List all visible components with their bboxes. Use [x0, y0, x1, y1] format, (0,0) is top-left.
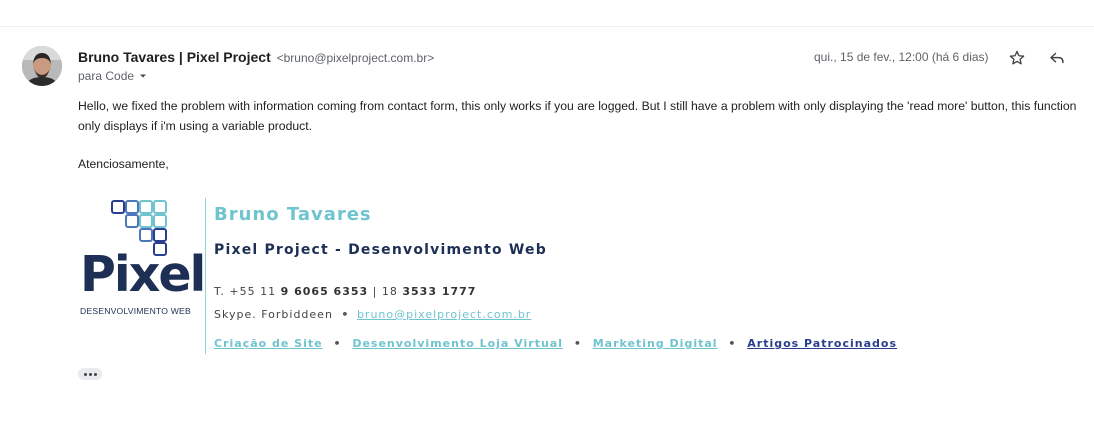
bullet: •: [573, 337, 582, 350]
link-criacao-de-site[interactable]: Criação de Site: [214, 337, 323, 350]
pixel-logo: Pixel DESENVOLVIMENTO WEB: [80, 198, 206, 323]
top-divider: [0, 0, 1094, 27]
signature-company: Pixel Project - Desenvolvimento Web: [214, 242, 547, 258]
sender-email: <bruno@pixelproject.com.br>: [276, 51, 435, 65]
star-icon: [1009, 50, 1025, 65]
link-desenvolvimento-loja-virtual[interactable]: Desenvolvimento Loja Virtual: [352, 337, 563, 350]
signature-links: Criação de Site • Desenvolvimento Loja V…: [214, 337, 897, 350]
star-button[interactable]: [1005, 46, 1029, 70]
signature-divider: [205, 198, 206, 354]
phone-separator: | 18: [372, 285, 398, 298]
more-dot: [93, 372, 97, 376]
phone-prefix: T. +55 11: [214, 285, 277, 298]
signature-name: Bruno Tavares: [214, 204, 372, 225]
bullet: •: [728, 337, 737, 350]
logo-word: Pixel: [80, 246, 206, 303]
bullet: •: [341, 308, 350, 321]
logo-subtitle: DESENVOLVIMENTO WEB: [80, 306, 191, 316]
link-artigos-patrocinados[interactable]: Artigos Patrocinados: [747, 337, 897, 350]
reply-icon: [1050, 52, 1064, 64]
phone-second: 3533 1777: [402, 285, 477, 298]
more-dot: [83, 372, 87, 376]
sender: Bruno Tavares | Pixel Project <bruno@pix…: [78, 49, 434, 65]
signature-phone: T. +55 11 9 6065 6353 | 18 3533 1777: [214, 285, 476, 298]
signature-email-link[interactable]: bruno@pixelproject.com.br: [357, 308, 531, 321]
chevron-down-icon: [140, 74, 147, 78]
bullet: •: [333, 337, 342, 350]
show-trimmed-content-button[interactable]: [78, 368, 102, 380]
phone-main: 9 6065 6353: [280, 285, 369, 298]
signature-skype: Skype. Forbiddeen • bruno@pixelproject.c…: [214, 308, 531, 321]
message-closing: Atenciosamente,: [78, 157, 169, 171]
message-date: qui., 15 de fev., 12:00 (há 6 dias): [814, 50, 989, 64]
skype-handle: Skype. Forbiddeen: [214, 308, 333, 321]
avatar[interactable]: [22, 46, 62, 86]
more-dot: [88, 372, 92, 376]
avatar-photo: [22, 46, 62, 86]
link-marketing-digital[interactable]: Marketing Digital: [593, 337, 718, 350]
recipient-label: para Code: [78, 69, 135, 83]
message-body: Hello, we fixed the problem with informa…: [78, 99, 1077, 133]
reply-button[interactable]: [1045, 46, 1069, 70]
sender-name[interactable]: Bruno Tavares | Pixel Project: [78, 49, 271, 65]
recipient-dropdown[interactable]: para Code: [78, 69, 148, 83]
